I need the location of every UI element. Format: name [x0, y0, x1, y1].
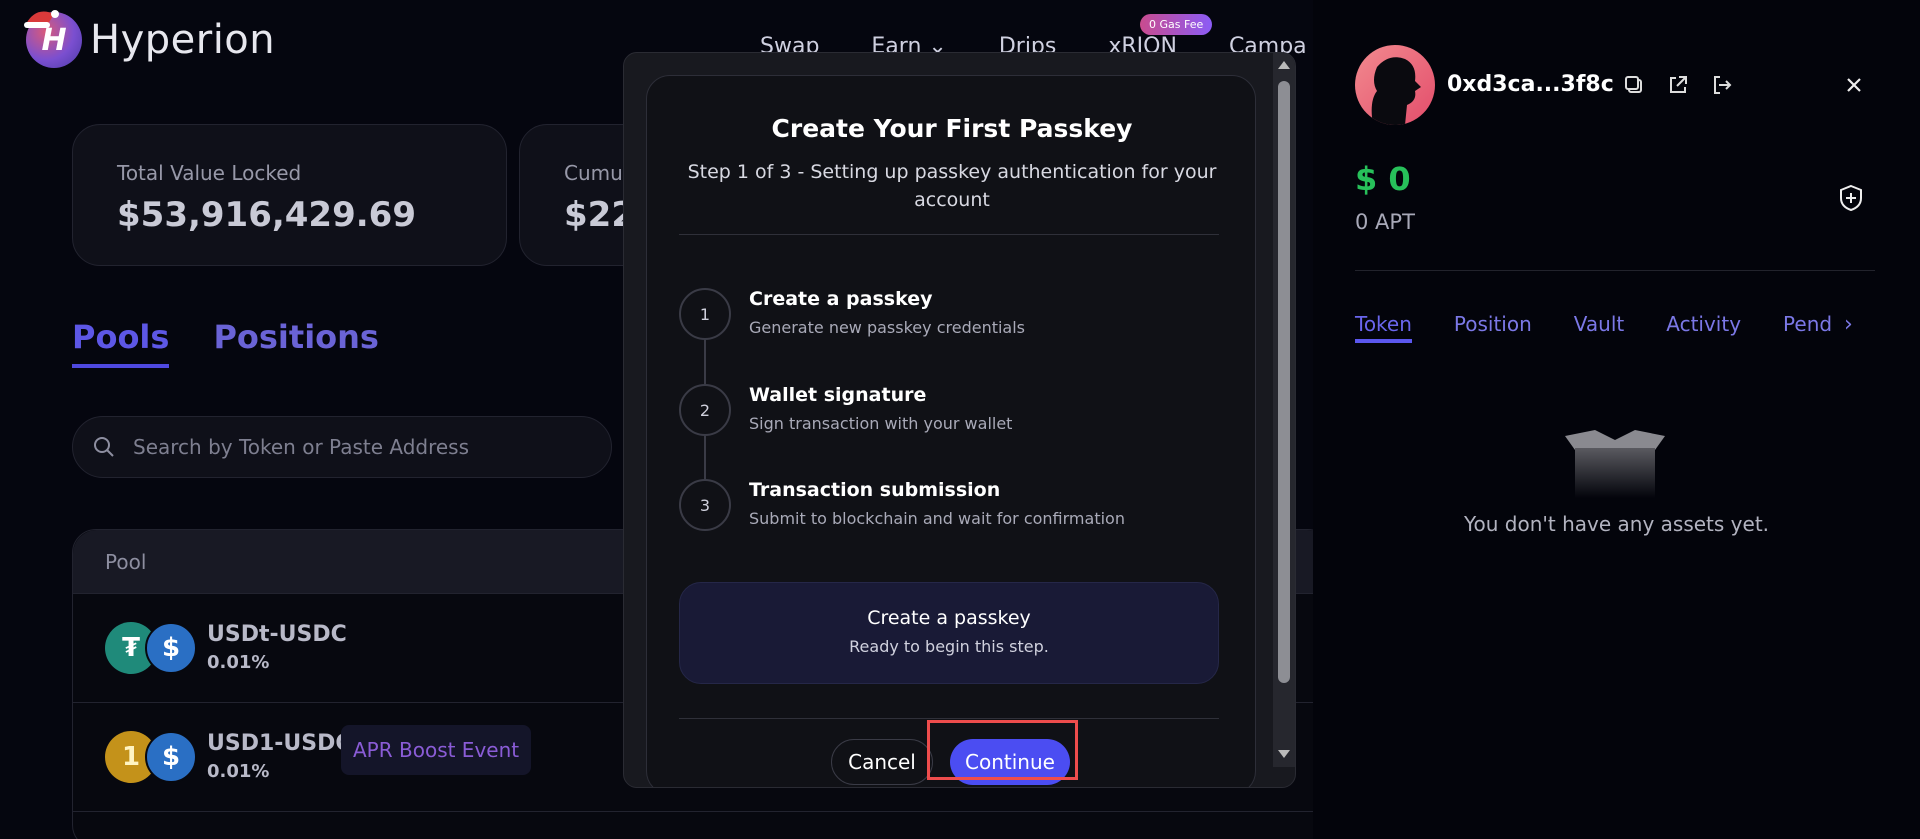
divider: [1355, 270, 1875, 271]
pair-name: USDt-USDC: [207, 622, 347, 647]
tab-position[interactable]: Position: [1454, 312, 1532, 343]
current-step-title: Create a passkey: [867, 607, 1031, 629]
step-desc: Generate new passkey credentials: [749, 318, 1026, 337]
modal-title: Create Your First Passkey: [771, 114, 1133, 143]
stat-label: Cumul: [564, 161, 629, 185]
external-link-icon[interactable]: [1667, 74, 1689, 96]
usdc-icon: $: [145, 622, 197, 674]
tab-positions[interactable]: Positions: [213, 318, 379, 368]
cancel-button[interactable]: Cancel: [831, 739, 933, 785]
stat-value: $53,916,429.69: [117, 195, 416, 235]
modal-scrollbar[interactable]: [1273, 53, 1295, 767]
apr-boost-badge: APR Boost Event: [341, 725, 532, 775]
search-icon: [94, 437, 114, 457]
empty-box-icon: [1565, 430, 1665, 498]
wallet-panel: 0xd3ca...3f8c $ 0 0 APT Token Position V…: [1313, 0, 1920, 839]
step-number: 1: [679, 288, 731, 340]
passkey-modal-window: Create Your First Passkey Step 1 of 3 - …: [623, 52, 1296, 788]
step-title: Create a passkey: [749, 288, 933, 310]
pool-tabs: Pools Positions: [72, 318, 379, 368]
stat-label: Total Value Locked: [117, 161, 302, 185]
tab-activity[interactable]: Activity: [1666, 312, 1741, 343]
pair-fee: 0.01%: [207, 652, 270, 673]
pair-fee: 0.01%: [207, 761, 270, 782]
column-pool: Pool: [105, 549, 147, 574]
step-desc: Submit to blockchain and wait for confir…: [749, 509, 1125, 528]
logo[interactable]: H Hyperion: [24, 10, 276, 68]
scroll-thumb[interactable]: [1278, 81, 1290, 683]
step-title: Wallet signature: [749, 384, 927, 406]
tab-pools[interactable]: Pools: [72, 318, 170, 368]
step-number: 3: [679, 479, 731, 531]
divider: [679, 718, 1219, 719]
scroll-down-arrow-icon[interactable]: [1278, 750, 1290, 758]
wallet-address: 0xd3ca...3f8c: [1447, 72, 1614, 97]
passkey-modal: Create Your First Passkey Step 1 of 3 - …: [646, 75, 1256, 787]
step-connector: [704, 340, 706, 384]
stat-card-tvl: Total Value Locked $53,916,429.69: [72, 124, 507, 266]
avatar: [1355, 45, 1435, 125]
usdc-icon: $: [145, 731, 197, 783]
logout-icon[interactable]: [1711, 74, 1733, 96]
gas-fee-badge: 0 Gas Fee: [1140, 14, 1213, 35]
profile-silhouette-icon: [1371, 57, 1421, 125]
apt-balance: 0 APT: [1355, 210, 1415, 234]
tab-token[interactable]: Token: [1355, 312, 1412, 343]
chevron-right-icon[interactable]: ›: [1844, 312, 1853, 337]
logo-icon: H: [24, 10, 82, 68]
search-input[interactable]: [133, 435, 553, 459]
copy-icon[interactable]: [1623, 74, 1645, 96]
current-step-desc: Ready to begin this step.: [849, 637, 1049, 656]
step-title: Transaction submission: [749, 479, 1001, 501]
continue-highlight-box: [927, 720, 1078, 780]
search-bar: [72, 416, 612, 478]
close-icon[interactable]: [1843, 74, 1865, 96]
wallet-balance: $ 0: [1355, 160, 1411, 198]
tab-vault[interactable]: Vault: [1574, 312, 1624, 343]
step-desc: Sign transaction with your wallet: [749, 414, 1013, 433]
step-connector: [704, 436, 706, 480]
wallet-tabs: Token Position Vault Activity Pend: [1355, 312, 1832, 343]
santa-hat-icon: [24, 10, 59, 28]
divider: [679, 234, 1219, 235]
logo-text: Hyperion: [90, 17, 276, 63]
tab-pending[interactable]: Pend: [1783, 312, 1832, 343]
pair-name: USD1-USDC: [207, 731, 352, 756]
shield-plus-icon[interactable]: [1838, 184, 1864, 212]
modal-subtitle: Step 1 of 3 - Setting up passkey authent…: [687, 161, 1217, 211]
current-step-box: Create a passkey Ready to begin this ste…: [679, 582, 1219, 684]
empty-state-text: You don't have any assets yet.: [1463, 512, 1770, 536]
step-number: 2: [679, 384, 731, 436]
scroll-up-arrow-icon[interactable]: [1278, 61, 1290, 69]
